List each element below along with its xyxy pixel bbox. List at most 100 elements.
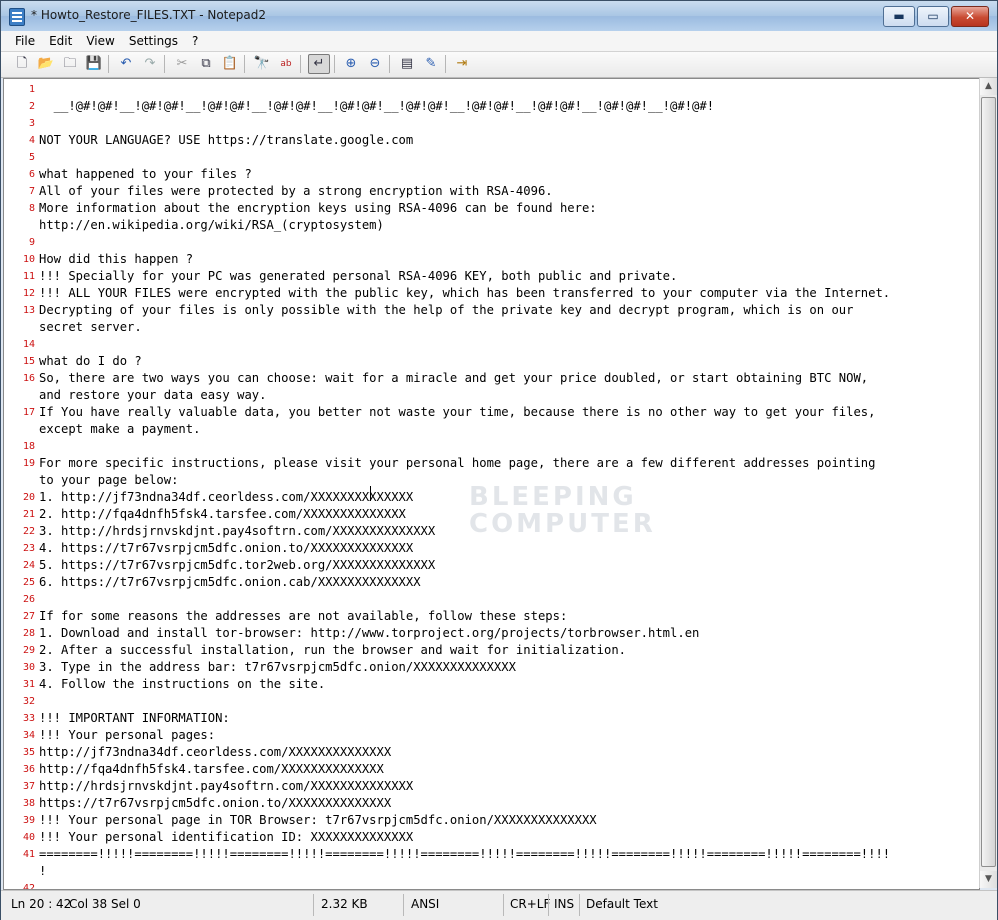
status-line-endings[interactable]: CR+LF [510,897,550,911]
line-number-gutter: 1 2 3 4 5 6 7 8 9 10 11 12 13 14 15 16 17 18 19 20 21 22 23 24 2… [4,79,37,889]
line-number [4,472,35,489]
text-line[interactable]: secret server. [39,319,142,336]
minimize-button[interactable]: ▬ [883,6,915,27]
text-line[interactable]: NOT YOUR LANGUAGE? USE https://translate… [39,132,413,149]
menu-settings[interactable]: Settings [122,31,185,51]
text-line[interactable]: what do I do ? [39,353,142,370]
text-line[interactable]: to your page below: [39,472,178,489]
text-line[interactable]: All of your files were protected by a st… [39,183,553,200]
scroll-down-arrow-icon[interactable]: ▼ [980,871,997,888]
line-number: 36 [22,764,35,775]
status-file-size: 2.32 KB [321,897,368,911]
status-separator [403,894,404,916]
text-line[interactable]: http://hrdsjrnvskdjnt.pay4softrn.com/XXX… [39,778,413,795]
menu-view[interactable]: View [79,31,121,51]
line-number: 2 [28,101,35,112]
toolbar-separator [389,55,390,73]
text-line[interactable]: !!! IMPORTANT INFORMATION: [39,710,230,727]
text-editor[interactable]: 1 2 3 4 5 6 7 8 9 10 11 12 13 14 15 16 17 18 19 20 21 22 23 24 2… [3,78,980,890]
text-line[interactable]: https://t7r67vsrpjcm5dfc.onion.to/XXXXXX… [39,795,391,812]
line-number: 10 [22,254,35,265]
watermark-line: BLEEPING [469,482,637,512]
text-line[interactable]: http://jf73ndna34df.ceorldess.com/XXXXXX… [39,744,391,761]
title-bar[interactable]: * Howto_Restore_FILES.TXT - Notepad2 ▬ ▭… [1,1,997,31]
status-insert-mode[interactable]: INS [554,897,574,911]
vertical-scrollbar[interactable]: ▲ ▼ [979,78,997,888]
replace-icon[interactable]: ab [277,55,295,73]
text-line[interactable]: 1. Download and install tor-browser: htt… [39,625,699,642]
status-separator [579,894,580,916]
text-line[interactable]: If You have really valuable data, you be… [39,404,875,421]
scrollbar-thumb[interactable] [981,97,996,867]
line-number: 6 [28,169,35,180]
text-line[interactable]: ! [39,863,46,880]
editor-text-area[interactable]: BLEEPING COMPUTER __!@#!@#!__!@#!@#!__!@… [39,79,975,889]
close-button[interactable]: ✕ [951,6,989,27]
copy-icon[interactable]: ⧉ [197,55,215,73]
browse-icon[interactable]: 🗀 [61,55,79,73]
zoom-in-icon[interactable]: ⊕ [342,55,360,73]
text-line[interactable]: !!! Your personal page in TOR Browser: t… [39,812,597,829]
text-line[interactable]: and restore your data easy way. [39,387,266,404]
text-line[interactable]: So, there are two ways you can choose: w… [39,370,868,387]
zoom-out-icon[interactable]: ⊖ [366,55,384,73]
text-line[interactable]: 2. http://fqa4dnfh5fsk4.tarsfee.com/XXXX… [39,506,406,523]
text-line[interactable]: For more specific instructions, please v… [39,455,875,472]
paste-icon[interactable]: 📋 [221,55,239,73]
exit-icon[interactable]: ⇥ [453,55,471,73]
line-number: 42 [22,883,35,890]
text-line[interactable]: If for some reasons the addresses are no… [39,608,567,625]
status-scheme[interactable]: Default Text [586,897,658,911]
open-folder-icon[interactable]: 📂 [37,55,55,73]
toolbar-separator [244,55,245,73]
status-encoding[interactable]: ANSI [411,897,439,911]
text-line[interactable]: ========!!!!!========!!!!!========!!!!!=… [39,846,890,863]
cut-icon[interactable]: ✂ [173,55,191,73]
menu-edit[interactable]: Edit [42,31,79,51]
customize-icon[interactable]: ✎ [422,55,440,73]
menu-help[interactable]: ? [185,31,205,51]
text-line[interactable]: 3. http://hrdsjrnvskdjnt.pay4softrn.com/… [39,523,435,540]
toolbar-separator [164,55,165,73]
text-line[interactable]: 4. Follow the instructions on the site. [39,676,325,693]
line-number: 16 [22,373,35,384]
line-number: 25 [22,577,35,588]
line-number: 21 [22,509,35,520]
text-line[interactable]: !!! Your personal pages: [39,727,215,744]
maximize-button[interactable]: ▭ [917,6,949,27]
text-line[interactable]: 1. http://jf73ndna34df.ceorldess.com/XXX… [39,489,413,506]
line-number: 30 [22,662,35,673]
text-line[interactable]: More information about the encryption ke… [39,200,597,217]
line-number: 9 [28,237,35,248]
notepad-app-icon[interactable] [9,8,25,26]
menu-file[interactable]: File [1,31,42,51]
scroll-up-arrow-icon[interactable]: ▲ [980,78,997,95]
text-line[interactable]: 3. Type in the address bar: t7r67vsrpjcm… [39,659,516,676]
undo-icon[interactable]: ↶ [117,55,135,73]
redo-icon[interactable]: ↷ [141,55,159,73]
text-line[interactable]: How did this happen ? [39,251,193,268]
new-file-icon[interactable]: 🗋 [13,55,31,73]
text-line[interactable]: __!@#!@#!__!@#!@#!__!@#!@#!__!@#!@#!__!@… [39,98,714,115]
save-icon[interactable]: 💾 [85,55,103,73]
text-line[interactable]: 5. https://t7r67vsrpjcm5dfc.tor2web.org/… [39,557,435,574]
scheme-icon[interactable]: ▤ [398,55,416,73]
text-line[interactable]: what happened to your files ? [39,166,252,183]
text-line[interactable]: http://fqa4dnfh5fsk4.tarsfee.com/XXXXXXX… [39,761,384,778]
text-line[interactable]: 4. https://t7r67vsrpjcm5dfc.onion.to/XXX… [39,540,413,557]
line-number: 40 [22,832,35,843]
text-line[interactable]: Decrypting of your files is only possibl… [39,302,853,319]
toolbar: 🗋 📂 🗀 💾 ↶ ↷ ✂ ⧉ 📋 🔭 ab ↵ ⊕ ⊖ ▤ ✎ ⇥ [1,52,997,78]
text-line[interactable]: !!! Specially for your PC was generated … [39,268,677,285]
line-number: 26 [22,594,35,605]
line-number: 23 [22,543,35,554]
text-line[interactable]: 6. https://t7r67vsrpjcm5dfc.onion.cab/XX… [39,574,421,591]
find-icon[interactable]: 🔭 [253,55,271,73]
text-line[interactable]: !!! ALL YOUR FILES were encrypted with t… [39,285,890,302]
word-wrap-icon[interactable]: ↵ [308,54,330,74]
text-line[interactable]: http://en.wikipedia.org/wiki/RSA_(crypto… [39,217,384,234]
text-line[interactable]: !!! Your personal identification ID: XXX… [39,829,413,846]
text-line[interactable]: 2. After a successful installation, run … [39,642,626,659]
line-number: 31 [22,679,35,690]
text-line[interactable]: except make a payment. [39,421,200,438]
